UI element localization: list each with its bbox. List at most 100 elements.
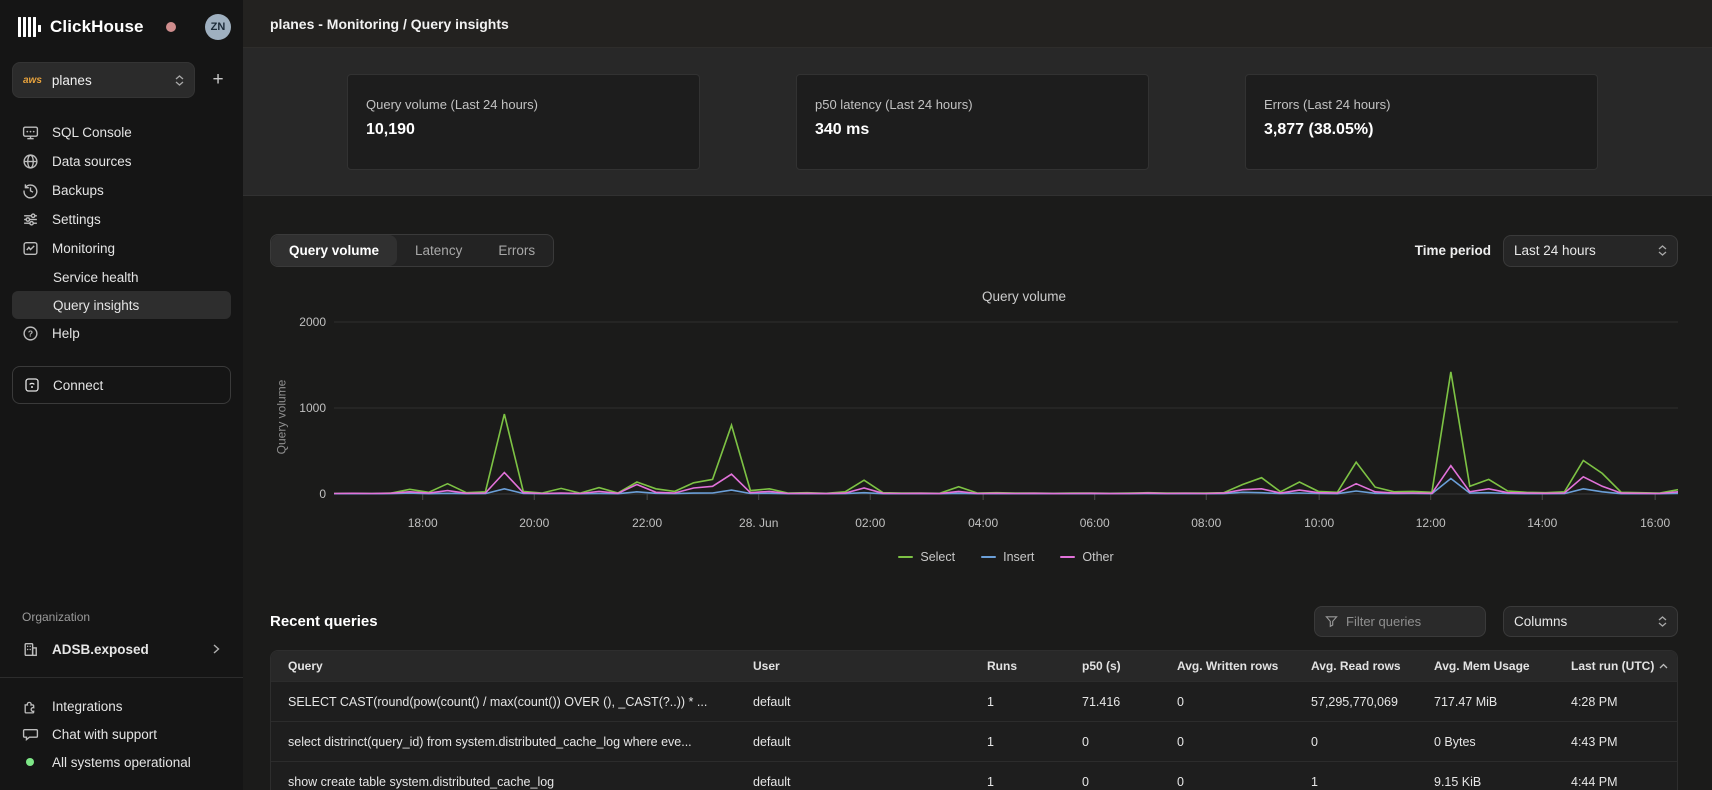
legend-swatch-icon bbox=[898, 556, 913, 559]
sidebar-item-chat-support[interactable]: Chat with support bbox=[12, 720, 231, 748]
brand-row: ClickHouse ZN bbox=[12, 10, 231, 44]
cell-query[interactable]: select distrinct(query_id) from system.d… bbox=[271, 735, 736, 749]
sidebar-item-data-sources[interactable]: Data sources bbox=[12, 147, 231, 176]
cell-user: default bbox=[736, 695, 970, 709]
chart-ytick-label: 0 bbox=[319, 487, 326, 501]
legend-swatch-icon bbox=[981, 556, 996, 559]
cell-last-run: 4:44 PM bbox=[1554, 775, 1677, 789]
time-period-select[interactable]: Last 24 hours bbox=[1503, 235, 1678, 267]
sidebar-item-integrations[interactable]: Integrations bbox=[12, 692, 231, 720]
col-header-p50[interactable]: p50 (s) bbox=[1065, 659, 1160, 673]
cell-query[interactable]: show create table system.distributed_cac… bbox=[271, 775, 736, 789]
columns-select[interactable]: Columns bbox=[1503, 606, 1678, 637]
system-status-row[interactable]: All systems operational bbox=[12, 748, 231, 776]
sidebar-item-settings[interactable]: Settings bbox=[12, 205, 231, 234]
brand-name: ClickHouse bbox=[50, 17, 144, 37]
tab-query-volume[interactable]: Query volume bbox=[271, 235, 397, 266]
help-icon: ? bbox=[22, 325, 39, 342]
funnel-icon bbox=[1325, 615, 1338, 628]
connect-icon bbox=[24, 377, 40, 393]
filter-queries-input[interactable] bbox=[1346, 614, 1456, 629]
chart-xtick-label: 06:00 bbox=[1080, 516, 1110, 530]
data-sources-icon bbox=[22, 153, 39, 170]
recent-queries-table: Query User Runs p50 (s) Avg. Written row… bbox=[270, 650, 1678, 790]
legend-label: Insert bbox=[1003, 550, 1034, 564]
sidebar-item-label: SQL Console bbox=[52, 125, 132, 140]
sidebar-item-label: Settings bbox=[52, 212, 101, 227]
columns-label: Columns bbox=[1514, 614, 1567, 629]
cell-p50: 71.416 bbox=[1065, 695, 1160, 709]
system-status-label: All systems operational bbox=[52, 755, 191, 770]
time-period-label: Time period bbox=[1415, 243, 1491, 258]
user-avatar[interactable]: ZN bbox=[205, 14, 231, 40]
sidebar-item-monitoring[interactable]: Monitoring bbox=[12, 234, 231, 263]
chevron-right-icon bbox=[211, 643, 221, 655]
legend-item-insert[interactable]: Insert bbox=[981, 550, 1034, 564]
content: Query volume Latency Errors Time period … bbox=[243, 196, 1712, 790]
aws-icon: aws bbox=[23, 75, 42, 86]
col-header-query[interactable]: Query bbox=[271, 659, 736, 673]
cell-avg-written: 0 bbox=[1160, 735, 1294, 749]
table-header-row: Query User Runs p50 (s) Avg. Written row… bbox=[271, 651, 1677, 682]
chart-xticks: 18:0020:0022:0028. Jun02:0004:0006:0008:… bbox=[334, 516, 1678, 534]
stat-card-p50-latency: p50 latency (Last 24 hours) 340 ms bbox=[796, 74, 1149, 170]
connect-label: Connect bbox=[53, 378, 103, 393]
sidebar-item-label: Help bbox=[52, 326, 80, 341]
legend-swatch-icon bbox=[1060, 556, 1075, 559]
col-header-runs[interactable]: Runs bbox=[970, 659, 1065, 673]
col-header-user[interactable]: User bbox=[736, 659, 970, 673]
organization-switcher[interactable]: ADSB.exposed bbox=[12, 634, 231, 664]
cell-p50: 0 bbox=[1065, 775, 1160, 789]
tab-latency[interactable]: Latency bbox=[397, 235, 480, 266]
service-select[interactable]: aws planes bbox=[12, 62, 195, 98]
stat-label: p50 latency (Last 24 hours) bbox=[815, 97, 1130, 112]
cell-avg-mem: 717.47 MiB bbox=[1417, 695, 1554, 709]
legend-item-select[interactable]: Select bbox=[898, 550, 955, 564]
sidebar-item-backups[interactable]: Backups bbox=[12, 176, 231, 205]
time-period-wrap: Time period Last 24 hours bbox=[1415, 235, 1678, 267]
backups-icon bbox=[22, 182, 39, 199]
cell-p50: 0 bbox=[1065, 735, 1160, 749]
col-header-avg-written[interactable]: Avg. Written rows bbox=[1160, 659, 1294, 673]
stat-label: Errors (Last 24 hours) bbox=[1264, 97, 1579, 112]
cell-avg-read: 57,295,770,069 bbox=[1294, 695, 1417, 709]
table-row[interactable]: show create table system.distributed_cac… bbox=[271, 762, 1677, 790]
filter-queries-box[interactable] bbox=[1314, 606, 1486, 637]
chart-xtick-label: 08:00 bbox=[1191, 516, 1221, 530]
chart-ytick-label: 2000 bbox=[299, 315, 326, 329]
chart-xtick-label: 02:00 bbox=[855, 516, 885, 530]
tab-errors[interactable]: Errors bbox=[480, 235, 553, 266]
stat-card-query-volume: Query volume (Last 24 hours) 10,190 bbox=[347, 74, 700, 170]
chart-plot-row: Query volume 010002000 bbox=[270, 322, 1678, 512]
add-service-button[interactable]: + bbox=[205, 69, 231, 91]
chart-legend: Select Insert Other bbox=[334, 550, 1678, 564]
integrations-icon bbox=[22, 698, 39, 715]
col-header-last-run[interactable]: Last run (UTC) bbox=[1554, 659, 1677, 673]
notification-dot-icon bbox=[166, 22, 176, 32]
col-header-avg-mem[interactable]: Avg. Mem Usage bbox=[1417, 659, 1554, 673]
chevron-updown-icon bbox=[1658, 245, 1667, 256]
cell-last-run: 4:43 PM bbox=[1554, 735, 1677, 749]
stat-label: Query volume (Last 24 hours) bbox=[366, 97, 681, 112]
table-row[interactable]: SELECT CAST(round(pow(count() / max(coun… bbox=[271, 682, 1677, 722]
status-ok-icon bbox=[26, 758, 34, 766]
cell-user: default bbox=[736, 735, 970, 749]
chart-tab-group: Query volume Latency Errors bbox=[270, 234, 554, 267]
chart-xtick-label: 28. Jun bbox=[739, 516, 778, 530]
service-name: planes bbox=[52, 73, 175, 88]
chart-series-select bbox=[334, 372, 1678, 494]
col-header-avg-read[interactable]: Avg. Read rows bbox=[1294, 659, 1417, 673]
chart-xtick-label: 12:00 bbox=[1416, 516, 1446, 530]
cell-avg-mem: 0 Bytes bbox=[1417, 735, 1554, 749]
sidebar-item-sql-console[interactable]: SQL Console bbox=[12, 118, 231, 147]
monitoring-icon bbox=[22, 240, 39, 257]
sidebar-item-query-insights[interactable]: Query insights bbox=[12, 291, 231, 319]
cell-runs: 1 bbox=[970, 735, 1065, 749]
cell-query[interactable]: SELECT CAST(round(pow(count() / max(coun… bbox=[271, 695, 736, 709]
connect-button[interactable]: Connect bbox=[12, 366, 231, 404]
clickhouse-logo-icon bbox=[18, 17, 41, 37]
sidebar-item-help[interactable]: ? Help bbox=[12, 319, 231, 348]
sidebar-item-service-health[interactable]: Service health bbox=[12, 263, 231, 291]
legend-item-other[interactable]: Other bbox=[1060, 550, 1113, 564]
table-row[interactable]: select distrinct(query_id) from system.d… bbox=[271, 722, 1677, 762]
